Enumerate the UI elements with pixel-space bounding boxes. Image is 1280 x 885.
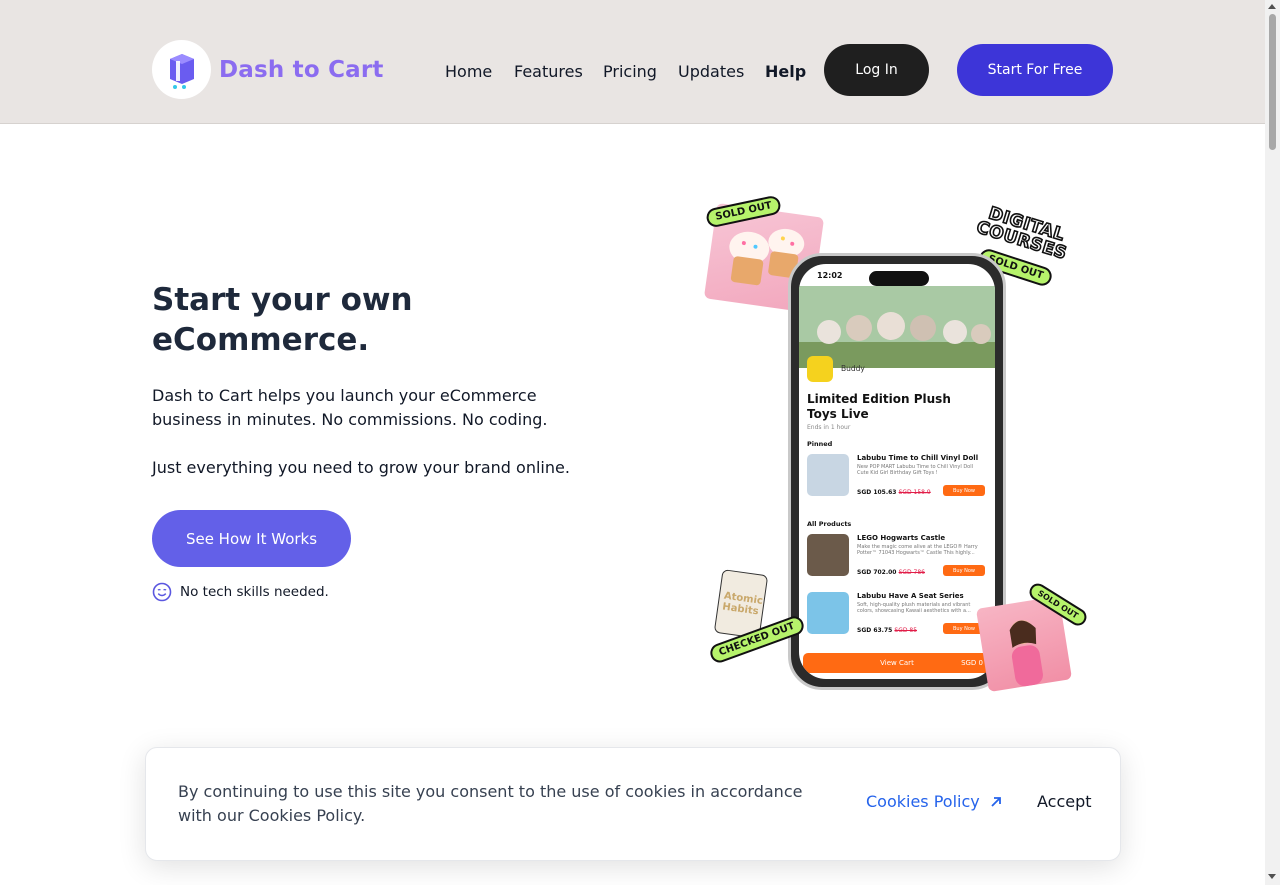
live-ends: Ends in 1 hour [807,424,851,431]
scrollbar-thumb[interactable] [1269,14,1276,150]
pinned-label: Pinned [807,440,833,448]
product-name: Labubu Have A Seat Series [857,592,964,600]
start-for-free-button[interactable]: Start For Free [957,44,1113,96]
cart-total: SGD 0 [961,659,983,667]
cookie-text: By continuing to use this site you conse… [178,782,803,825]
brand-name: Dash to Cart [219,56,384,83]
scroll-up-icon[interactable] [1268,4,1276,9]
phone-screen: 12:02 Buddy Limited Edition Plush Toys L… [799,264,995,679]
product-name: Labubu Time to Chill Vinyl Doll [857,454,979,462]
hero-title: Start your own eCommerce. [152,282,413,358]
brand-avatar [807,356,833,382]
product-item: Labubu Have A Seat Series Soft, high-qua… [807,592,987,638]
live-title: Limited Edition Plush Toys Live [807,392,951,421]
product-item: Labubu Time to Chill Vinyl Doll New POP … [807,454,987,500]
phone-time: 12:02 [817,271,843,280]
smile-icon [152,582,172,602]
hero-illustration: SOLD OUT DIGITAL COURSES SOLD OUT 12:02 … [700,190,1090,700]
hero-description: Dash to Cart helps you launch your eComm… [152,386,548,429]
product-thumb [807,534,849,576]
view-cart-label: View Cart [880,659,914,667]
product-price: SGD 702.00 SGD 786 [857,569,925,576]
brand-logo[interactable]: Dash to Cart [152,40,384,99]
product-thumb [807,454,849,496]
product-name: LEGO Hogwarts Castle [857,534,946,542]
product-desc: New POP MART Labubu Time to Chill Vinyl … [857,464,974,476]
product-buy-button: Buy Now [943,565,985,576]
cookie-banner: By continuing to use this site you conse… [145,747,1121,861]
product-thumb [807,592,849,634]
product-price: SGD 105.63 SGD 158.9 [857,489,931,496]
nav-features[interactable]: Features [514,62,583,81]
product-price: SGD 63.75 SGD 85 [857,627,918,634]
nav-updates[interactable]: Updates [678,62,744,81]
book-title: Atomic Habits [721,590,764,618]
nav-pricing[interactable]: Pricing [603,62,657,81]
product-desc: Make the magic come alive at the LEGO® H… [857,544,978,556]
phone-mockup: 12:02 Buddy Limited Edition Plush Toys L… [788,253,1006,690]
product-item: LEGO Hogwarts Castle Make the magic come… [807,534,987,580]
view-cart-bar: View Cart SGD 0 [803,653,991,673]
cookies-policy-link[interactable]: Cookies Policy [866,792,1003,811]
phone-brand-name: Buddy [841,364,865,373]
accept-cookies-button[interactable]: Accept [1037,792,1092,811]
login-button[interactable]: Log In [824,44,929,96]
product-buy-button: Buy Now [943,485,985,496]
cookies-policy-label: Cookies Policy [866,792,980,811]
see-how-it-works-button[interactable]: See How It Works [152,510,351,567]
no-tech-skills-note: No tech skills needed. [152,582,329,602]
logo-icon [152,40,211,99]
nav-help[interactable]: Help [765,62,806,81]
external-arrow-icon [991,796,1001,807]
phone-notch [869,271,929,286]
scroll-down-icon[interactable] [1268,874,1276,879]
nav-home[interactable]: Home [445,62,492,81]
note-text: No tech skills needed. [180,584,329,600]
all-products-label: All Products [807,520,852,528]
hero-description-secondary: Just everything you need to grow your br… [152,458,570,477]
page-scrollbar[interactable] [1265,0,1280,885]
site-header: Dash to Cart Home Features Pricing Updat… [0,0,1265,124]
product-desc: Soft, high-quality plush materials and v… [857,602,971,614]
